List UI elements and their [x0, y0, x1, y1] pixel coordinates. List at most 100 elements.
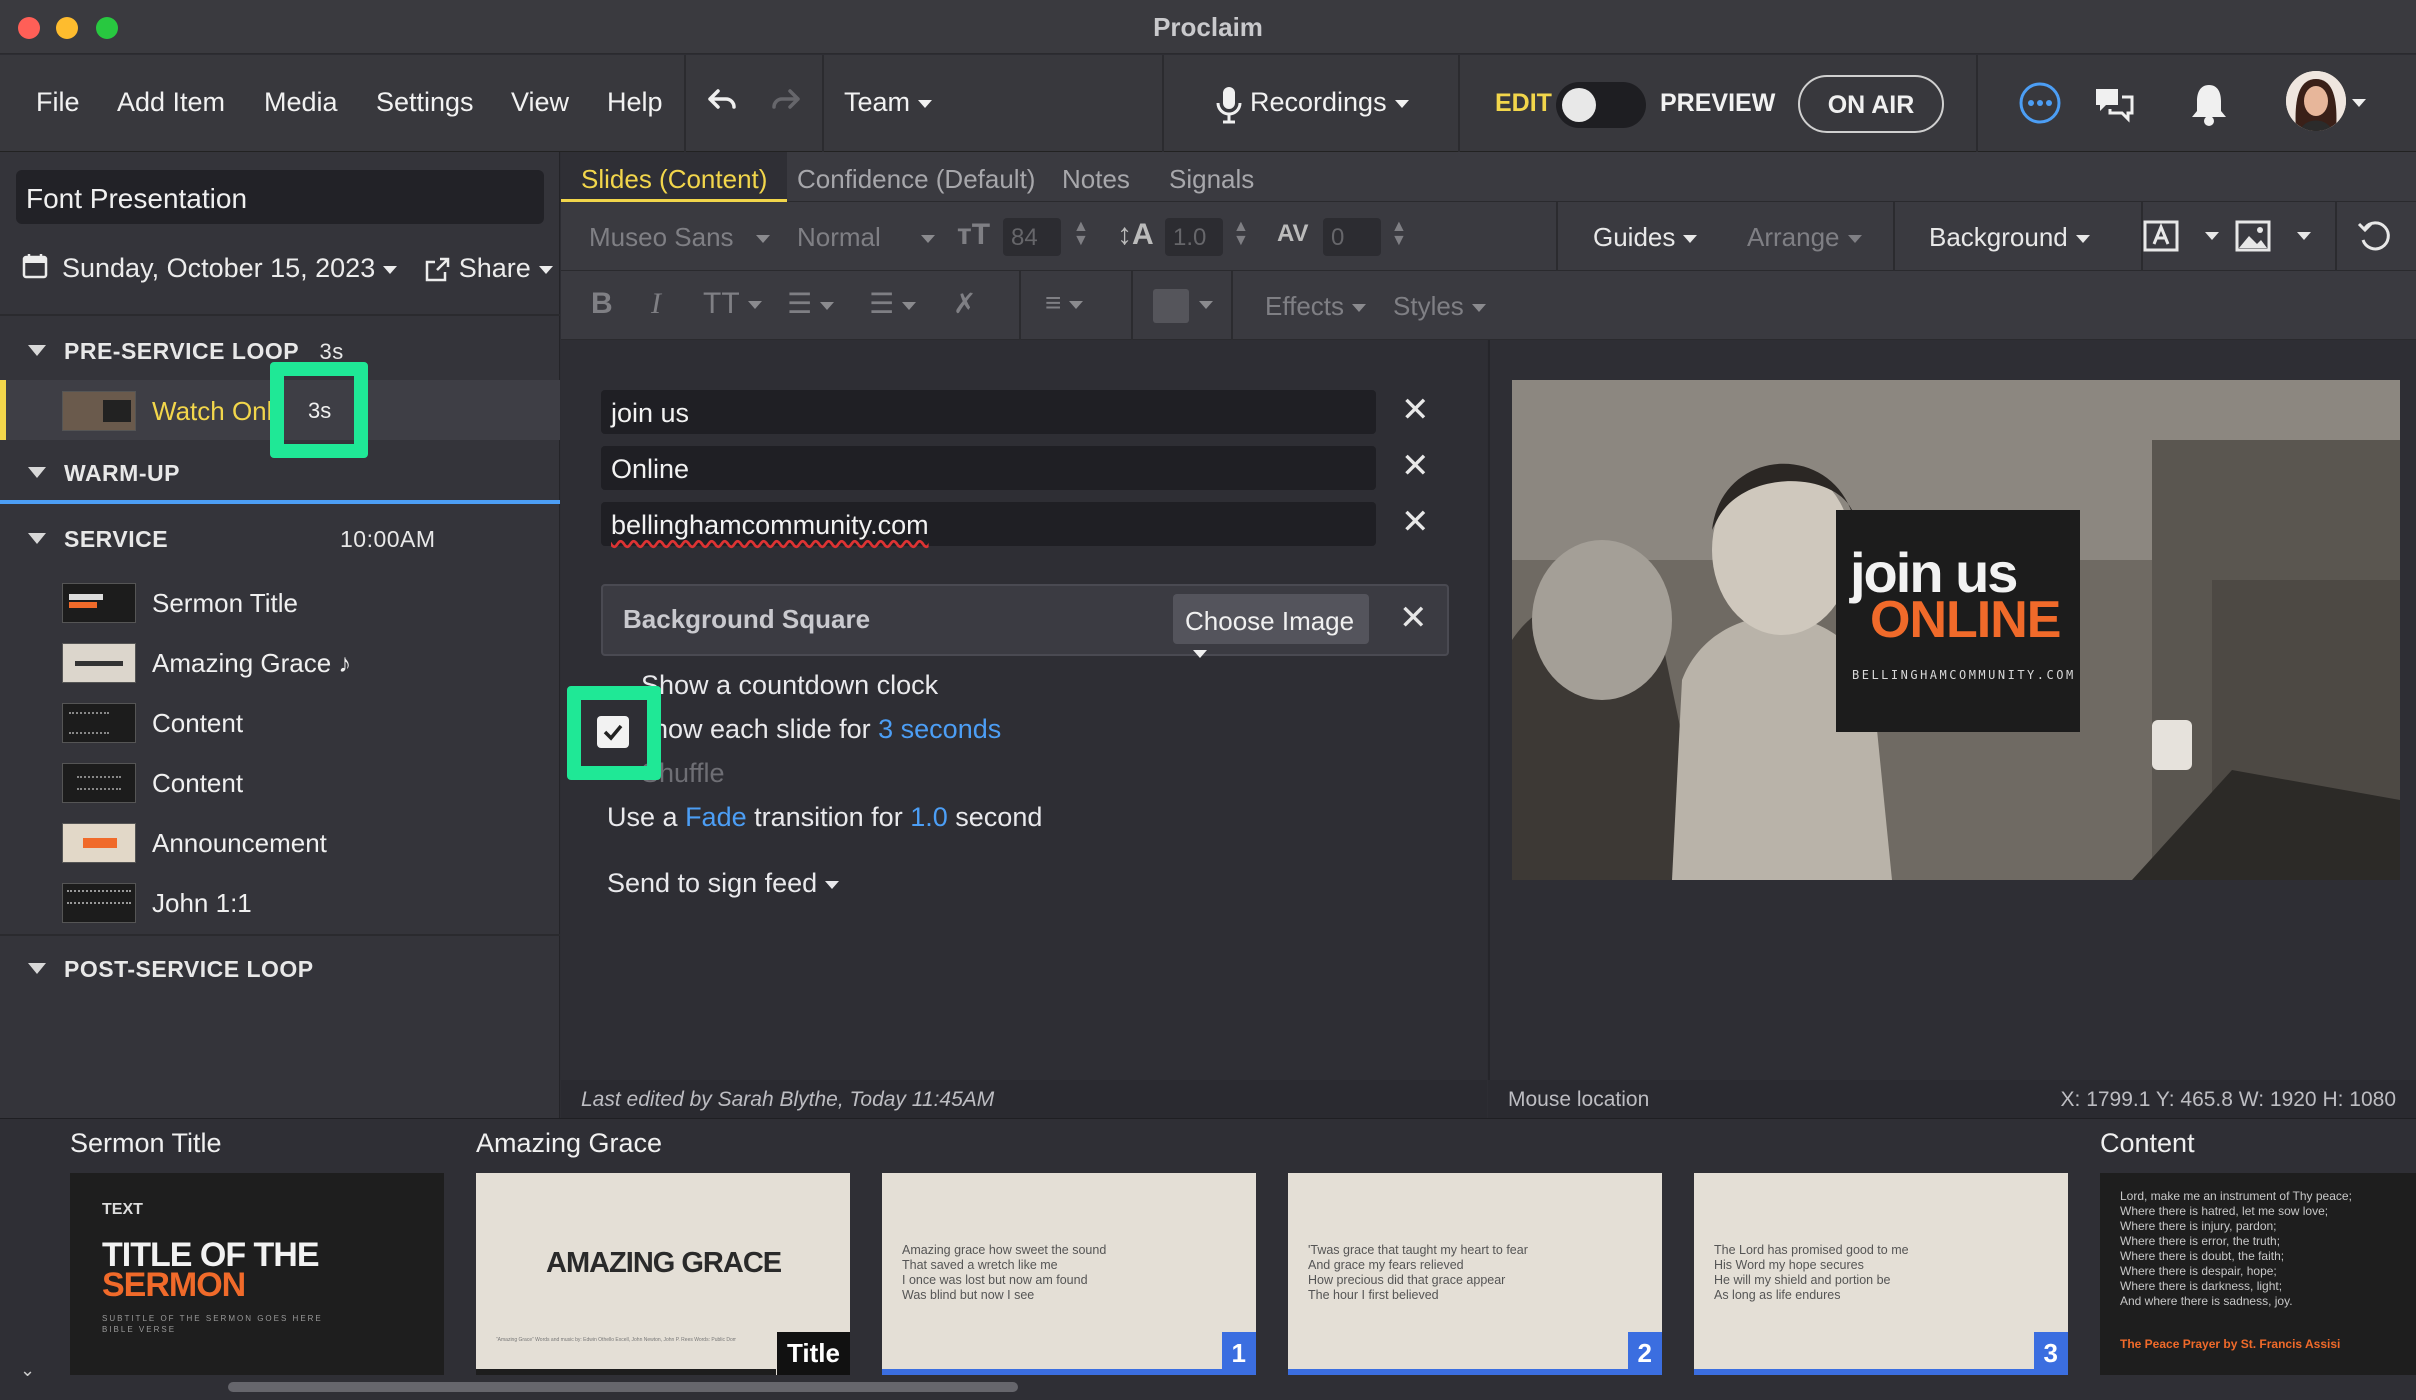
font-size-stepper[interactable]: ▲ ▼ — [1073, 219, 1089, 249]
remove-line-3-close-icon[interactable]: ✕ — [1401, 502, 1430, 542]
sidebar-item-amazing-grace[interactable]: Amazing Grace ♪ — [0, 632, 560, 692]
item-thumbnail — [62, 763, 136, 803]
collapse-strip-icon[interactable]: ⌄ — [20, 1360, 35, 1381]
tracking-input[interactable]: 0 — [1323, 218, 1381, 256]
reset-button[interactable] — [2355, 216, 2397, 263]
collapse-triangle-icon[interactable] — [28, 963, 46, 974]
transition-type-link[interactable]: Fade — [685, 802, 747, 832]
preview-mode-label[interactable]: PREVIEW — [1660, 89, 1775, 118]
slide-preview[interactable]: join us ONLINE BELLINGHAMCOMMUNITY.COM — [1512, 380, 2400, 880]
avatar-dropdown-caret[interactable] — [2352, 99, 2366, 107]
redo-button[interactable] — [768, 81, 808, 126]
image-caret[interactable] — [2297, 232, 2311, 240]
formatting-toolbar-bottom: B I TT ☰ ☰ ✗ ≡ Effects Styles — [561, 271, 2416, 340]
countdown-option[interactable]: Show a countdown clock — [641, 670, 938, 701]
presentation-name-field[interactable]: Font Presentation — [16, 170, 544, 224]
collapse-triangle-icon[interactable] — [28, 345, 46, 356]
edit-mode-label[interactable]: EDIT — [1495, 89, 1552, 118]
line-height-input[interactable]: 1.0 — [1165, 218, 1223, 256]
bold-button[interactable]: B — [591, 287, 613, 321]
styles-dropdown[interactable]: Styles — [1393, 291, 1486, 322]
section-warm-up[interactable]: WARM-UP — [0, 442, 560, 504]
team-dropdown[interactable]: Team — [844, 87, 933, 118]
menu-view[interactable]: View — [511, 87, 569, 118]
recordings-dropdown[interactable]: Recordings — [1250, 87, 1409, 118]
each-slide-duration-link[interactable]: 3 seconds — [878, 714, 1001, 744]
effects-dropdown[interactable]: Effects — [1265, 291, 1367, 322]
transition-duration-link[interactable]: 1.0 — [910, 802, 948, 832]
text-line-input-3[interactable]: bellinghamcommunity.com — [601, 502, 1376, 546]
text-color-button[interactable] — [1153, 289, 1189, 323]
bullet-list-button[interactable]: ☰ — [787, 287, 835, 320]
font-family-select[interactable]: Museo Sans — [589, 222, 770, 253]
slide-progress-bar — [1694, 1369, 2068, 1375]
tracking-stepper[interactable]: ▲ ▼ — [1391, 219, 1407, 249]
user-avatar[interactable] — [2286, 71, 2346, 131]
section-service[interactable]: SERVICE 10:00AM — [0, 508, 560, 568]
text-box-caret[interactable] — [2205, 232, 2219, 240]
menu-file[interactable]: File — [36, 87, 80, 118]
tab-notes[interactable]: Notes — [1062, 164, 1130, 195]
choose-image-dropdown[interactable]: Choose Image — [1173, 594, 1369, 659]
image-icon — [2235, 220, 2271, 252]
strip-scrollbar[interactable] — [228, 1382, 1018, 1392]
font-size-input[interactable]: 84 — [1003, 218, 1061, 256]
notifications-bell-icon[interactable] — [2188, 81, 2230, 132]
on-air-button[interactable]: ON AIR — [1798, 75, 1944, 133]
add-image-button[interactable] — [2233, 216, 2275, 263]
each-slide-option[interactable]: how each slide for 3 seconds — [653, 714, 1001, 745]
section-label: WARM-UP — [64, 460, 180, 486]
edit-preview-toggle[interactable] — [1556, 82, 1646, 128]
menu-add-item[interactable]: Add Item — [117, 87, 225, 118]
chat-icon[interactable] — [2092, 81, 2136, 130]
share-button[interactable]: Share — [423, 253, 553, 283]
strip-slide-verse-1[interactable]: Amazing grace how sweet the sound That s… — [882, 1173, 1256, 1375]
line-height-stepper[interactable]: ▲ ▼ — [1233, 219, 1249, 249]
remove-background-square-close-icon[interactable]: ✕ — [1399, 598, 1428, 638]
strip-slide-sermon-title[interactable]: TEXT TITLE OF THE SERMON SUBTITLE OF THE… — [70, 1173, 444, 1375]
sidebar-item-label: John 1:1 — [152, 888, 252, 918]
guides-dropdown[interactable]: Guides — [1593, 222, 1698, 253]
menu-settings[interactable]: Settings — [376, 87, 474, 118]
strip-slide-content[interactable]: Lord, make me an instrument of Thy peace… — [2100, 1173, 2416, 1375]
sidebar-item-announcement[interactable]: Announcement — [0, 812, 560, 872]
clear-format-button[interactable]: ✗ — [953, 287, 976, 320]
item-thumbnail — [62, 703, 136, 743]
service-date-dropdown[interactable]: Sunday, October 15, 2023 — [62, 253, 398, 283]
strip-slide-amazing-grace-title[interactable]: AMAZING GRACE “Amazing Grace” Words and … — [476, 1173, 850, 1375]
remove-line-2-close-icon[interactable]: ✕ — [1401, 446, 1430, 486]
slide-text-square: join us ONLINE BELLINGHAMCOMMUNITY.COM — [1836, 510, 2080, 732]
text-color-caret[interactable] — [1199, 301, 1213, 309]
align-button[interactable]: ≡ — [1045, 287, 1084, 319]
text-line-input-2[interactable]: Online — [601, 446, 1376, 490]
strip-slide-verse-2[interactable]: 'Twas grace that taught my heart to fear… — [1288, 1173, 1662, 1375]
indent-button[interactable]: ☰ — [869, 287, 917, 320]
menu-help[interactable]: Help — [607, 87, 663, 118]
sidebar-item-john-1-1[interactable]: John 1:1 — [0, 872, 560, 932]
tab-signals[interactable]: Signals — [1169, 164, 1254, 195]
add-text-box-button[interactable] — [2141, 216, 2183, 263]
strip-slide-verse-3[interactable]: The Lord has promised good to me His Wor… — [1694, 1173, 2068, 1375]
collapse-triangle-icon[interactable] — [28, 533, 46, 544]
tab-slides-content[interactable]: Slides (Content) — [561, 152, 788, 202]
collapse-triangle-icon[interactable] — [28, 467, 46, 478]
background-dropdown[interactable]: Background — [1929, 222, 2090, 253]
text-line-input-1[interactable]: join us — [601, 390, 1376, 434]
italic-button[interactable]: I — [651, 287, 661, 321]
font-weight-select[interactable]: Normal — [797, 222, 935, 253]
undo-button[interactable] — [700, 81, 740, 126]
more-options-icon[interactable] — [2016, 79, 2064, 132]
sign-feed-dropdown[interactable]: Send to sign feed — [607, 868, 840, 899]
item-thumbnail — [62, 883, 136, 923]
each-slide-checkbox[interactable] — [597, 716, 629, 748]
arrange-dropdown[interactable]: Arrange — [1747, 222, 1862, 253]
sidebar-item-content-2[interactable]: Content — [0, 752, 560, 812]
remove-line-1-close-icon[interactable]: ✕ — [1401, 390, 1430, 430]
mouse-location-status: Mouse location X: 1799.1 Y: 465.8 W: 192… — [1488, 1080, 2416, 1118]
section-post-service-loop[interactable]: POST-SERVICE LOOP — [0, 938, 560, 998]
sidebar-item-content[interactable]: Content — [0, 692, 560, 752]
sidebar-item-sermon-title[interactable]: Sermon Title — [0, 572, 560, 632]
menu-media[interactable]: Media — [264, 87, 338, 118]
text-case-button[interactable]: TT — [703, 287, 762, 321]
tab-confidence[interactable]: Confidence (Default) — [797, 164, 1035, 195]
